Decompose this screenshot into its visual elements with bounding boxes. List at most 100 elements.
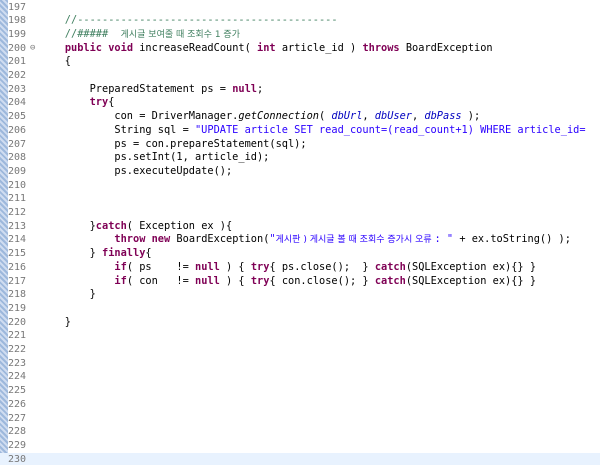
code-token: : " xyxy=(434,233,454,246)
line-number: 205 xyxy=(8,111,27,123)
code-line[interactable]: 218 } xyxy=(0,288,600,302)
line-number: 227 xyxy=(8,412,27,424)
code-line[interactable]: 227 xyxy=(0,412,600,426)
code-text[interactable]: public void increaseReadCount( int artic… xyxy=(40,42,493,56)
code-text[interactable]: try{ xyxy=(40,96,115,110)
code-text[interactable]: } xyxy=(40,316,71,330)
code-token: ; xyxy=(257,82,264,95)
code-token: String sql = xyxy=(40,123,195,136)
code-token: void xyxy=(108,41,134,54)
code-line[interactable]: 204 try{ xyxy=(0,96,600,110)
code-editor[interactable]: 197 198 //-------------------------------… xyxy=(0,0,600,465)
code-token: (SQLException ex){} } xyxy=(405,274,537,287)
code-token: ps = con.prepareStatement(sql); xyxy=(40,137,307,150)
code-line[interactable]: 228 xyxy=(0,425,600,439)
code-token: { xyxy=(145,247,152,260)
code-token: article_id ) xyxy=(275,41,363,54)
code-text[interactable]: //##### 게시글 보여줄 때 조회수 1 증가 xyxy=(40,28,240,42)
code-line[interactable]: 223 xyxy=(0,357,600,371)
code-line[interactable]: 209 ps.executeUpdate(); xyxy=(0,165,600,179)
code-line[interactable]: 206 String sql = "UPDATE article SET rea… xyxy=(0,124,600,138)
code-line[interactable]: 198 //----------------------------------… xyxy=(0,14,600,28)
code-token: null xyxy=(232,82,257,95)
code-text[interactable]: }catch( Exception ex ){ xyxy=(40,220,233,234)
code-text[interactable]: ps = con.prepareStatement(sql); xyxy=(40,137,307,152)
code-text[interactable]: //--------------------------------------… xyxy=(40,14,338,28)
code-token: PreparedStatement ps = xyxy=(40,82,233,95)
line-number: 199 xyxy=(8,28,27,40)
line-number: 222 xyxy=(8,344,27,355)
code-token: { ps.close(); } xyxy=(269,260,375,273)
code-line[interactable]: 202 xyxy=(0,69,600,83)
code-line[interactable]: 219 xyxy=(0,302,600,316)
code-token: new xyxy=(151,233,171,246)
code-token: try xyxy=(89,96,109,109)
code-text[interactable]: if( con != null ) { try{ con.close(); } … xyxy=(40,275,536,289)
code-text[interactable]: con = DriverManager.getConnection( dbUrl… xyxy=(40,110,480,124)
code-text[interactable]: ps.setInt(1, article_id); xyxy=(40,151,269,165)
code-line[interactable]: 201 { xyxy=(0,55,600,69)
code-line[interactable]: 224 xyxy=(0,370,600,384)
line-number: 225 xyxy=(8,385,27,397)
code-line[interactable]: 217 if( con != null ) { try{ con.close()… xyxy=(0,275,600,289)
code-line[interactable]: 211 xyxy=(0,192,600,206)
line-number: 204 xyxy=(8,97,27,109)
code-text[interactable]: { xyxy=(40,55,71,69)
code-text[interactable]: } finally{ xyxy=(40,247,152,261)
line-number: 224 xyxy=(8,371,27,383)
code-text[interactable]: } xyxy=(40,288,96,302)
code-token: public xyxy=(64,41,103,54)
code-line[interactable]: 229 xyxy=(0,439,600,453)
code-line[interactable]: 199 //##### 게시글 보여줄 때 조회수 1 증가 xyxy=(0,28,600,42)
code-token: { con.close(); } xyxy=(269,274,375,287)
code-token: ( con != xyxy=(126,274,196,287)
code-line[interactable]: 208 ps.setInt(1, article_id); xyxy=(0,151,600,165)
code-text[interactable]: PreparedStatement ps = null; xyxy=(40,82,264,97)
code-line[interactable]: 197 xyxy=(0,1,600,15)
code-text[interactable]: String sql = "UPDATE article SET read_co… xyxy=(40,123,585,138)
code-text[interactable]: ps.executeUpdate(); xyxy=(40,165,232,179)
code-line[interactable]: 212 xyxy=(0,206,600,220)
code-line[interactable]: 230 xyxy=(0,452,600,465)
code-token: } xyxy=(40,315,71,328)
code-text[interactable]: if( ps != null ) { try{ ps.close(); } ca… xyxy=(40,261,536,275)
line-number: 209 xyxy=(8,165,27,177)
code-line[interactable]: 225 xyxy=(0,384,600,398)
code-line[interactable]: 216 if( ps != null ) { try{ ps.close(); … xyxy=(0,261,600,275)
code-token: ps.setInt(1, article_id); xyxy=(40,151,270,164)
code-token: if xyxy=(114,274,127,287)
code-token: con = DriverManager. xyxy=(40,110,239,123)
code-line[interactable]: 213 }catch( Exception ex ){ xyxy=(0,220,600,234)
line-number: 228 xyxy=(8,426,27,438)
code-token: try xyxy=(250,260,270,273)
line-number: 226 xyxy=(8,398,27,410)
code-line[interactable]: 207 ps = con.prepareStatement(sql); xyxy=(0,138,600,152)
code-line[interactable]: 210 xyxy=(0,179,600,193)
code-line[interactable]: 214 throw new BoardException("게시판 ) 게시글 … xyxy=(0,233,600,247)
line-number: 203 xyxy=(8,83,27,95)
code-token: null xyxy=(195,260,220,273)
code-line[interactable]: 200 ⊖ public void increaseReadCount( int … xyxy=(0,42,600,56)
code-line[interactable]: 215 } finally{ xyxy=(0,247,600,261)
fold-toggle-icon[interactable]: ⊖ xyxy=(30,42,38,56)
code-token: , xyxy=(412,110,425,123)
code-token: try xyxy=(250,274,270,287)
line-number: 211 xyxy=(8,193,27,205)
code-line[interactable]: 222 xyxy=(0,343,600,357)
code-text[interactable]: throw new BoardException("게시판 ) 게시글 볼 때 … xyxy=(40,233,571,247)
code-line[interactable]: 205 con = DriverManager.getConnection( d… xyxy=(0,110,600,124)
line-number: 220 xyxy=(8,316,27,328)
code-line[interactable]: 221 xyxy=(0,329,600,343)
line-number: 217 xyxy=(8,275,27,287)
code-token: } xyxy=(40,288,96,301)
code-line[interactable]: 220 } xyxy=(0,316,600,330)
line-number: 221 xyxy=(8,330,27,342)
code-line[interactable]: 203 PreparedStatement ps = null; xyxy=(0,83,600,97)
line-number: 210 xyxy=(8,179,27,191)
line-number: 215 xyxy=(8,248,27,260)
code-token: catch xyxy=(374,260,406,273)
code-line[interactable]: 226 xyxy=(0,398,600,412)
